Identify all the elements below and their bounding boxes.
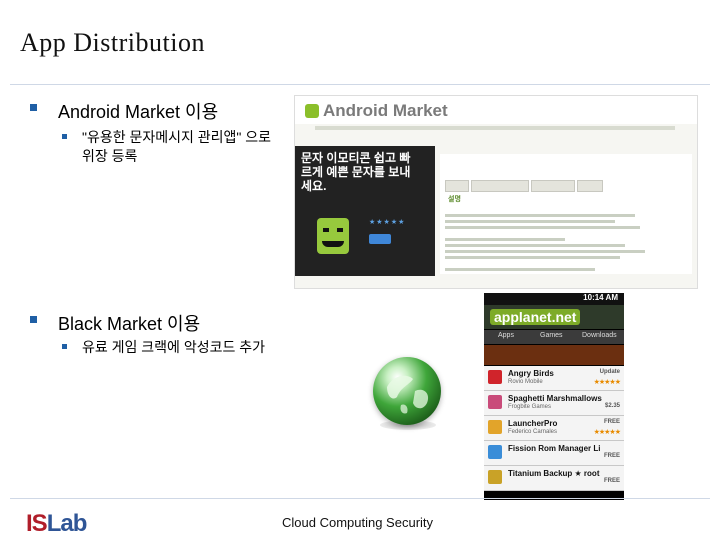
slide-title: App Distribution: [20, 28, 205, 57]
install-button: [369, 234, 391, 244]
bullet-text: Android Market 이용: [58, 102, 219, 122]
sub-bullet-text: 유료 게임 크랙에 악성코드 추가: [82, 339, 265, 355]
bullet-black-market: Black Market 이용: [30, 310, 290, 334]
text-line: [445, 250, 645, 253]
bullet-square-icon: [30, 104, 37, 111]
list-item: LauncherPro Federico Carnales FREE ★★★★★: [484, 416, 624, 441]
app-icon: [488, 370, 502, 384]
android-robot-icon: [305, 104, 319, 118]
status-bar: 10:14 AM: [484, 293, 624, 305]
tab: [445, 180, 469, 192]
app-name: Fission Rom Manager Li: [508, 444, 601, 453]
globe-continents: [387, 375, 429, 414]
app-icon: [488, 395, 502, 409]
tab: [471, 180, 529, 192]
app-name: Angry Birds: [508, 369, 554, 378]
app-developer: Frogbite Games: [508, 404, 552, 410]
bullet-text: Black Market 이용: [58, 314, 201, 334]
app-status: Update: [599, 369, 620, 375]
globe-icon: [373, 357, 441, 425]
text-line: [445, 256, 620, 259]
title-divider: [10, 84, 710, 85]
islab-logo: ISLab: [26, 510, 87, 537]
app-developer: Federico Carnales: [508, 429, 558, 435]
list-item: Spaghetti Marshmallows Frogbite Games $2…: [484, 391, 624, 416]
app-icon: [488, 445, 502, 459]
app-price: FREE: [603, 478, 620, 484]
text-line: [445, 268, 595, 271]
app-icon: [488, 420, 502, 434]
android-market-screenshot: Android Market 문자 이모티콘 쉽고 빠르게 예쁜 문자를 보내세…: [294, 95, 698, 289]
text-line: [445, 238, 565, 241]
app-face-mouth: [322, 241, 344, 247]
sub-bullet-cracked-games: 유료 게임 크랙에 악성코드 추가: [62, 338, 342, 358]
android-market-header: Android Market: [295, 96, 697, 124]
text-line: [445, 214, 635, 217]
nav-bar: [315, 126, 675, 130]
promo-banner: [484, 345, 624, 365]
android-market-logo: Android Market: [305, 101, 448, 121]
text-line: [445, 220, 615, 223]
bullet-square-icon: [30, 316, 37, 323]
app-icon: [488, 470, 502, 484]
status-time: 10:14 AM: [583, 293, 618, 302]
text-line: [445, 226, 640, 229]
applanet-tabs: Apps Games Downloads: [484, 330, 624, 344]
list-item: Angry Birds Rovio Mobile Update ★★★★★: [484, 366, 624, 391]
bullet-square-icon: [62, 344, 67, 349]
bullet-android-market: Android Market 이용: [30, 98, 290, 122]
app-price: FREE: [603, 453, 620, 459]
app-name: Spaghetti Marshmallows: [508, 394, 602, 403]
rating-stars-icon: ★★★★★: [593, 379, 621, 386]
tab-games: Games: [540, 332, 563, 339]
list-item: Fission Rom Manager Li FREE: [484, 441, 624, 466]
footer-divider: [10, 498, 710, 499]
app-promo-panel: 문자 이모티콘 쉽고 빠르게 예쁜 문자를 보내세요. ★★★★★: [295, 146, 435, 276]
footer-text: Cloud Computing Security: [282, 515, 434, 530]
tab: [577, 180, 603, 192]
list-item: Titanium Backup ★ root FREE: [484, 466, 624, 491]
description-heading: 설명: [448, 196, 461, 203]
tab-downloads: Downloads: [582, 332, 617, 339]
app-face-icon: [317, 218, 349, 254]
rating-stars-icon: ★★★★★: [369, 219, 406, 226]
sub-bullet-text: "유용한 문자메시지 관리앱" 으로 위장 등록: [82, 129, 272, 164]
text-line: [445, 244, 625, 247]
app-headline: 문자 이모티콘 쉽고 빠르게 예쁜 문자를 보내세요.: [301, 151, 411, 193]
sub-bullet-disguised-app: "유용한 문자메시지 관리앱" 으로 위장 등록: [62, 128, 287, 168]
app-price: $2.35: [604, 403, 620, 409]
tab: [531, 180, 575, 192]
rating-stars-icon: ★★★★★: [593, 429, 621, 436]
app-name: LauncherPro: [508, 419, 558, 428]
app-developer: Rovio Mobile: [508, 379, 543, 385]
applanet-logo: applanet.net: [490, 309, 581, 325]
tab-apps: Apps: [498, 332, 514, 339]
app-price: FREE: [603, 419, 620, 425]
app-name: Titanium Backup ★ root: [508, 469, 600, 478]
bullet-square-icon: [62, 134, 67, 139]
applanet-screenshot: 10:14 AM applanet.net Apps Games Downloa…: [484, 293, 624, 500]
